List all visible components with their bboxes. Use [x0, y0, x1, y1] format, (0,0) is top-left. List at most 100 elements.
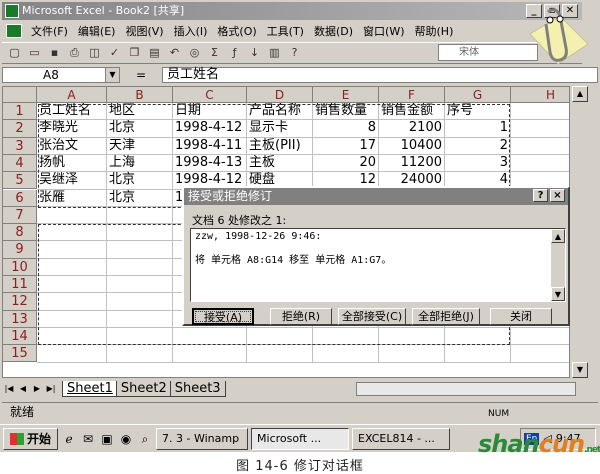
column-header[interactable]: C	[173, 87, 247, 103]
row-header[interactable]: 2	[3, 120, 37, 138]
function-icon[interactable]: ƒ	[226, 45, 243, 61]
column-header[interactable]: E	[313, 87, 379, 103]
row-header[interactable]: 11	[3, 276, 37, 294]
change-detail-box[interactable]: zzw, 1998-12-26 9:46: 将 单元格 A8:G14 移至 单元…	[190, 228, 566, 302]
change-description: 将 单元格 A8:G14 移至 单元格 A1:G7。	[195, 255, 392, 266]
row-header[interactable]: 8	[3, 224, 37, 242]
row-header[interactable]: 1	[3, 103, 37, 121]
first-sheet-icon[interactable]: |◀	[2, 382, 16, 396]
chart-wizard-icon[interactable]: ▥	[266, 45, 283, 61]
prev-sheet-icon[interactable]: ◀	[16, 382, 30, 396]
autosum-icon[interactable]: Σ	[206, 45, 223, 61]
select-all-corner[interactable]	[3, 87, 37, 103]
paste-icon[interactable]: ▤	[146, 45, 163, 61]
start-label: 开始	[27, 431, 52, 446]
new-icon[interactable]: ▢	[6, 45, 23, 61]
accept-reject-changes-dialog: 接受或拒绝修订 ? × 文档 6 处修改之 1: zzw, 1998-12-26…	[182, 186, 570, 326]
row-header[interactable]: 14	[3, 327, 37, 346]
row-header[interactable]: 13	[3, 310, 37, 328]
menu-view[interactable]: 视图(V)	[120, 23, 168, 39]
menu-window[interactable]: 窗口(W)	[358, 23, 409, 39]
hyperlink-icon[interactable]: ◎	[186, 45, 203, 61]
outlook-icon[interactable]: ✉	[80, 431, 96, 447]
help-icon[interactable]: ?	[286, 45, 303, 61]
row-header[interactable]: 15	[3, 345, 37, 363]
dialog-help-button[interactable]: ?	[533, 189, 548, 202]
formula-input[interactable]: 员工姓名	[162, 67, 598, 83]
menu-edit[interactable]: 编辑(E)	[73, 23, 121, 39]
column-header[interactable]: D	[247, 87, 313, 103]
row-header[interactable]: 3	[3, 137, 37, 155]
open-icon[interactable]: ▭	[26, 45, 43, 61]
chevron-down-icon[interactable]: ▼	[105, 68, 119, 82]
row-header[interactable]: 5	[3, 172, 37, 190]
watermark-logo: shancun.net	[478, 430, 600, 458]
workbook-icon[interactable]	[6, 24, 22, 38]
task-winamp[interactable]: 7. 3 - Winamp	[156, 427, 249, 450]
gridline	[37, 361, 569, 363]
internet-explorer-icon[interactable]: ℯ	[61, 431, 77, 447]
vertical-scrollbar[interactable]: ▲ ▼	[572, 86, 588, 378]
name-box[interactable]: A8 ▼	[2, 67, 120, 83]
last-sheet-icon[interactable]: ▶|	[44, 382, 58, 396]
column-header[interactable]: F	[379, 87, 445, 103]
accept-button[interactable]: 接受(A)	[192, 308, 254, 325]
scroll-down-icon[interactable]: ▼	[551, 287, 565, 301]
row-header[interactable]: 9	[3, 241, 37, 259]
row-header[interactable]: 4	[3, 154, 37, 173]
print-icon[interactable]: ⎙	[66, 45, 83, 61]
sort-ascending-icon[interactable]: ↓	[246, 45, 263, 61]
formula-equals: =	[135, 68, 147, 82]
start-button[interactable]: 开始	[3, 427, 59, 450]
search-icon[interactable]: ⌕	[137, 431, 153, 447]
menu-file[interactable]: 文件(F)	[26, 23, 73, 39]
scroll-down-icon[interactable]: ▼	[572, 362, 588, 378]
scroll-up-icon[interactable]: ▲	[551, 229, 565, 243]
menu-format[interactable]: 格式(O)	[212, 23, 261, 39]
spelling-icon[interactable]: ✓	[106, 45, 123, 61]
horizontal-scrollbar[interactable]	[356, 382, 576, 396]
column-header[interactable]: H	[511, 87, 569, 103]
reject-all-button[interactable]: 全部拒绝(J)	[412, 308, 480, 325]
next-sheet-icon[interactable]: ▶	[30, 382, 44, 396]
menu-insert[interactable]: 插入(I)	[169, 23, 213, 39]
menu-data[interactable]: 数据(D)	[309, 23, 358, 39]
row-header[interactable]: 7	[3, 206, 37, 225]
sheet-tab-3[interactable]: Sheet3	[169, 381, 226, 397]
dialog-title: 接受或拒绝修订	[188, 189, 273, 203]
desktop-icon[interactable]: ▣	[99, 431, 115, 447]
row-header[interactable]: 12	[3, 293, 37, 311]
reject-button[interactable]: 拒绝(R)	[270, 308, 332, 325]
copy-icon[interactable]: ❐	[126, 45, 143, 61]
column-header[interactable]: B	[107, 87, 173, 103]
channels-icon[interactable]: ◉	[118, 431, 134, 447]
undo-icon[interactable]: ↶	[166, 45, 183, 61]
sheet-tab-2[interactable]: Sheet2	[115, 381, 172, 397]
office-assistant-icon[interactable]	[520, 4, 592, 74]
change-author-line: zzw, 1998-12-26 9:46:	[195, 231, 322, 242]
menu-help[interactable]: 帮助(H)	[410, 23, 459, 39]
status-bar: 就绪 NUM	[2, 402, 598, 420]
row-header[interactable]: 6	[3, 189, 37, 207]
column-header[interactable]: A	[37, 87, 107, 103]
row-header[interactable]: 10	[3, 258, 37, 276]
excel-app-icon	[5, 4, 19, 18]
dialog-close-button[interactable]: ×	[550, 189, 565, 202]
formula-bar: A8 ▼ = 员工姓名	[2, 66, 598, 84]
accept-all-button[interactable]: 全部接受(C)	[338, 308, 406, 325]
figure-caption: 图 14-6 修订对话框	[236, 459, 364, 474]
name-box-value: A8	[43, 68, 59, 82]
detail-scrollbar[interactable]: ▲ ▼	[551, 229, 565, 301]
dialog-close-text-button[interactable]: 关闭	[490, 308, 552, 325]
num-lock-indicator: NUM	[488, 409, 510, 419]
task-excel[interactable]: Microsoft ...	[251, 427, 350, 450]
print-preview-icon[interactable]: ◫	[86, 45, 103, 61]
column-header[interactable]: G	[445, 87, 511, 103]
change-count-label: 文档 6 处修改之 1:	[192, 214, 287, 227]
save-icon[interactable]: ▪	[46, 45, 63, 61]
task-excel814[interactable]: EXCEL814 - ...	[352, 427, 451, 450]
status-ready: 就绪	[10, 405, 35, 419]
scroll-up-icon[interactable]: ▲	[572, 86, 588, 102]
sheet-tab-1[interactable]: Sheet1	[62, 381, 118, 397]
menu-tools[interactable]: 工具(T)	[262, 23, 309, 39]
